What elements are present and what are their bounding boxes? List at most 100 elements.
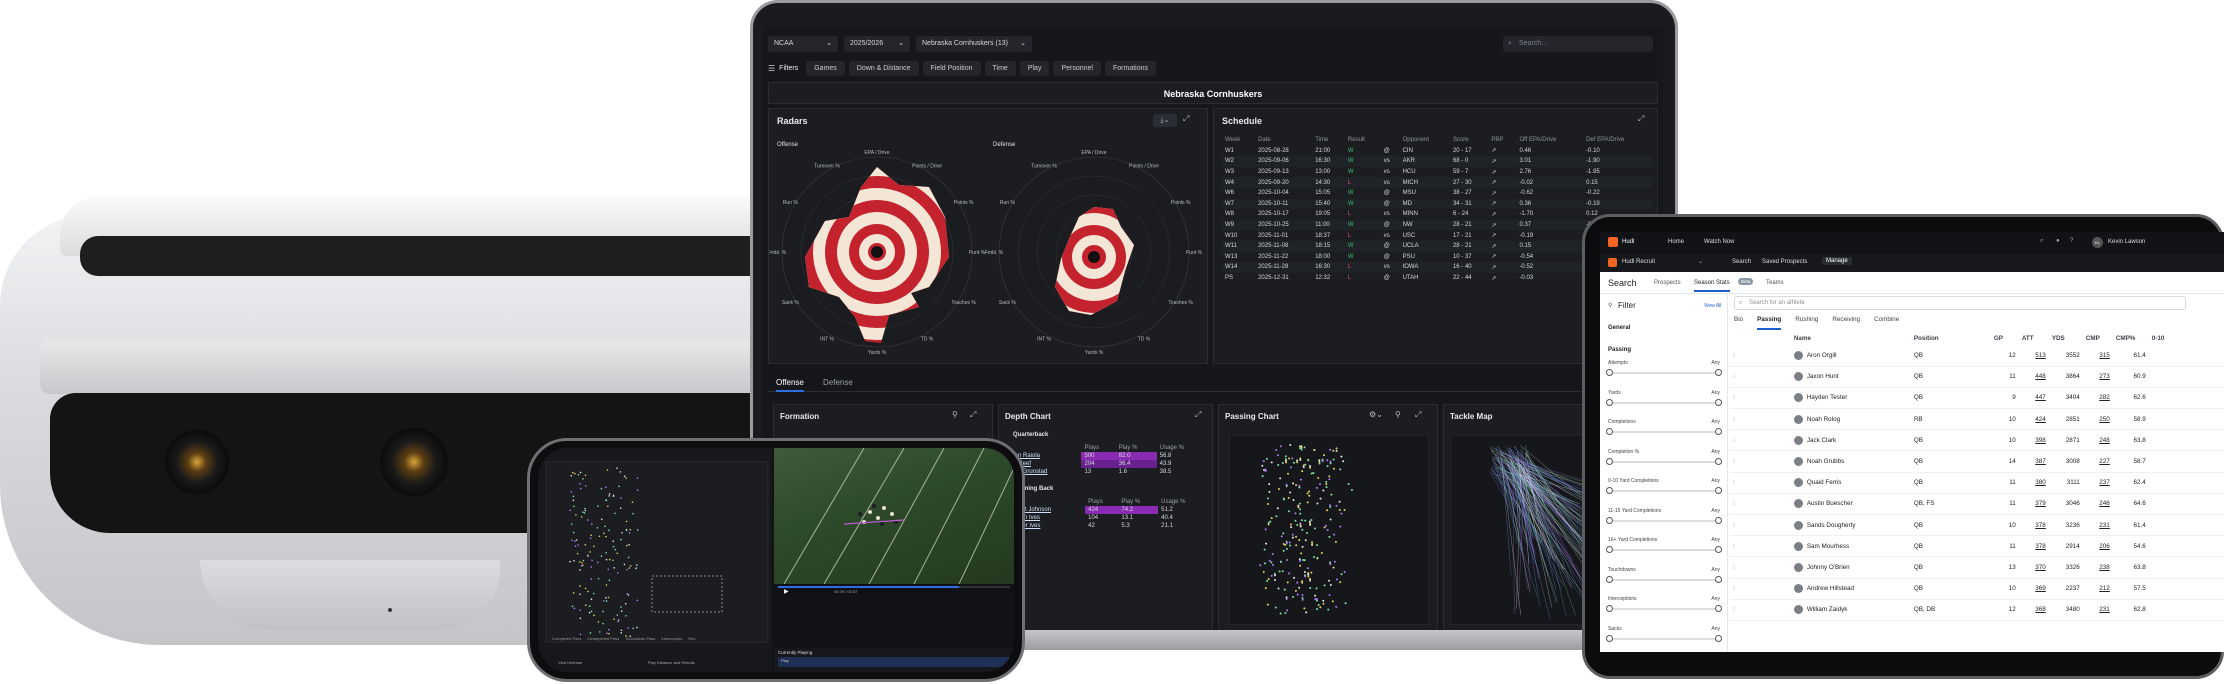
slider-handle-min[interactable] [1606,634,1613,642]
slider-handle-min[interactable] [1606,546,1613,553]
table-row[interactable]: ⁝ Jack Clark QB 10 398 2871 248 63.8 [1730,429,2224,452]
stats-col-header[interactable] [1730,332,1791,345]
stat-att[interactable]: 424 [2018,408,2049,431]
stat-att[interactable]: 368 [2018,599,2049,621]
section-general[interactable]: General [1608,325,1630,331]
pbp-link-icon[interactable]: ↗ [1488,177,1517,188]
stats-col-header[interactable]: CMP% [2113,332,2149,345]
pbp-link-icon[interactable]: ↗ [1488,273,1516,284]
athlete-name[interactable]: Andrew Hillstead [1807,585,1854,592]
athlete-name[interactable]: Johnny O'Brien [1807,564,1850,571]
row-checkbox[interactable]: ⁝ [1730,578,1791,600]
range-slider[interactable] [1606,398,1722,406]
table-row[interactable]: ⁝ Johnny O'Brien QB 13 370 3326 238 63.8 [1730,556,2224,579]
range-slider[interactable] [1606,516,1722,524]
slider-handle-min[interactable] [1606,428,1613,435]
athlete-name[interactable]: Sam Mourhess [1807,543,1849,550]
table-row[interactable]: W1 2025-08-28 21:00 W @ CIN 20 - 17 ↗ 0.46 -0.10 [1222,146,1652,157]
stat-att[interactable]: 448 [2018,366,2049,388]
range-slider[interactable] [1606,428,1722,435]
filter-icon[interactable]: ☰ [768,64,775,73]
stat-cmp[interactable]: 273 [2082,366,2113,388]
help-icon[interactable]: ? [2070,238,2073,244]
slider-handle-max[interactable] [1715,428,1722,435]
row-checkbox[interactable]: ⁝ [1730,387,1791,410]
table-row[interactable]: W8 2025-10-17 19:05 Lvs MINN 6 - 24 ↗ -1.70 0.12 [1222,209,1652,220]
table-row[interactable]: ⁝ Andrew Hillstead QB 10 369 2237 212 57.5 [1730,578,2224,600]
stat-cmp[interactable]: 315 [2082,345,2113,367]
table-row[interactable]: ⁝ Sam Mourhess QB 11 378 2914 206 54.6 [1730,535,2224,558]
slider-handle-max[interactable] [1715,457,1722,465]
row-checkbox[interactable]: ⁝ [1730,429,1791,452]
athlete-name[interactable]: Noah Rolog [1807,416,1840,423]
table-row[interactable]: W2 2025-09-06 16:30 Wvs AKR 68 - 0 ↗ 3.01 -1.90 [1222,156,1652,167]
pbp-link-icon[interactable]: ↗ [1488,219,1517,231]
expand-icon[interactable]: ⤢ [1638,114,1644,124]
tab-teams[interactable]: Teams [1766,280,1784,286]
video-progress-track[interactable] [778,586,1010,588]
stats-col-header[interactable]: ATT [2019,332,2049,345]
table-row[interactable]: ⁝ Sands Dougherty QB 10 378 3236 231 61.4 [1730,514,2224,537]
range-slider[interactable] [1606,369,1722,376]
table-row[interactable]: ⁝ Hayden Tester QB 9 447 3404 282 62.6 [1730,387,2224,410]
slider-handle-min[interactable] [1606,457,1613,465]
pbp-link-icon[interactable]: ↗ [1488,252,1516,263]
expand-icon[interactable]: ⤢ [1415,410,1421,420]
expand-icon[interactable]: ⤢ [1195,410,1201,420]
filter-pill-time[interactable]: Time [984,60,1016,76]
settings-icon[interactable]: ⚙⌄ [1369,410,1383,419]
slider-handle-min[interactable] [1606,369,1613,376]
table-row[interactable]: ⁝ Aron Orgill QB 12 513 3552 315 61.4 [1730,345,2224,367]
athlete-name[interactable]: Austin Buescher [1807,501,1853,508]
slider-handle-max[interactable] [1715,546,1722,553]
row-checkbox[interactable]: ⁝ [1730,535,1791,558]
filter-pill-games[interactable]: Games [806,60,845,76]
slider-handle-max[interactable] [1715,398,1722,406]
athlete-name[interactable]: Sands Dougherty [1807,522,1856,529]
bell-icon[interactable]: ● [2056,238,2060,244]
stat-cmp[interactable]: 238 [2082,556,2113,579]
table-row[interactable]: ⁝ Noah Grubbs QB 14 387 3008 227 58.7 [1730,450,2224,473]
stat-cmp[interactable]: 250 [2082,408,2113,431]
key-icon[interactable]: ⚲ [1395,410,1401,419]
slider-handle-min[interactable] [1606,487,1613,494]
currently-playing-item[interactable]: Play [778,657,1010,667]
table-row[interactable]: W6 2025-10-04 15:05 W @ MSU 38 - 27 ↗ -0.62 -0.22 [1222,188,1652,199]
tab-offense[interactable]: Offense [776,378,804,392]
stat-tab-passing[interactable]: Passing [1757,316,1782,330]
stat-tab-bio[interactable]: Bio [1734,316,1743,330]
stats-col-header[interactable]: Position [1911,332,1991,345]
athlete-search-input[interactable]: ⌕ Search for an athlete [1734,296,2186,310]
avatar[interactable]: KL [2092,237,2103,248]
range-slider[interactable] [1606,634,1722,642]
download-icon[interactable]: ⤓⌄ [1153,114,1177,127]
table-row[interactable]: ⁝ Austin Buescher QB, FS 11 379 3046 246 64.6 [1730,493,2224,516]
stat-cmp[interactable]: 237 [2082,472,2113,494]
stat-att[interactable]: 370 [2018,556,2049,579]
table-row[interactable]: W4 2025-09-20 14:30 Lvs MICH 27 - 30 ↗ -0.02 0.1… [1222,177,1652,188]
row-checkbox[interactable]: ⁝ [1730,450,1791,473]
key-icon[interactable]: ⚲ [952,410,958,419]
org-select[interactable]: Hudl Recruit [1622,259,1655,265]
row-checkbox[interactable]: ⁝ [1730,493,1791,516]
pbp-link-icon[interactable]: ↗ [1488,240,1517,252]
view-all-link[interactable]: View All [1704,303,1721,309]
range-slider[interactable] [1606,605,1722,612]
section-passing[interactable]: Passing [1608,347,1631,353]
table-row[interactable]: ⁝ Quaid Ferris QB 11 380 3111 237 62.4 [1730,472,2224,494]
slider-handle-max[interactable] [1715,575,1722,583]
row-checkbox[interactable]: ⁝ [1730,366,1791,388]
nav-home[interactable]: Home [1668,239,1684,245]
team-select[interactable]: Nebraska Cornhuskers (13) ⌄ [916,36,1032,52]
stat-att[interactable]: 378 [2018,514,2049,537]
slider-handle-max[interactable] [1715,634,1722,642]
stat-cmp[interactable]: 246 [2082,493,2113,516]
slider-handle-max[interactable] [1715,516,1722,524]
stat-tab-combine[interactable]: Combine [1874,316,1899,330]
stat-cmp[interactable]: 206 [2082,535,2113,558]
stat-cmp[interactable]: 282 [2082,387,2113,410]
row-checkbox[interactable]: ⁝ [1730,472,1791,494]
slider-handle-min[interactable] [1606,516,1613,524]
athlete-name[interactable]: Jaxon Hunt [1807,373,1839,380]
search-icon[interactable]: ⌕ [2040,238,2043,245]
